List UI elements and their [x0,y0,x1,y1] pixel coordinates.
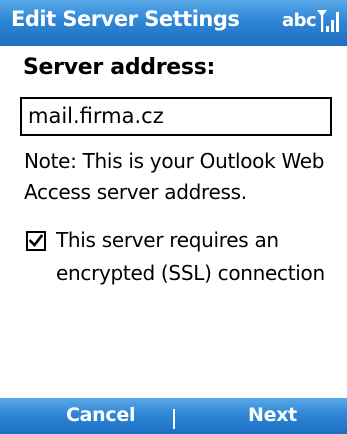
checkmark-icon [29,234,43,247]
next-button[interactable]: Next [248,404,297,426]
server-address-input[interactable]: mail.firma.cz [20,97,332,136]
ssl-checkbox-label[interactable]: This server requires an encrypted (SSL) … [56,224,341,290]
cancel-button[interactable]: Cancel [66,404,135,426]
title-bar: Edit Server Settings abc [0,0,347,46]
server-address-note: Note: This is your Outlook Web Access se… [24,149,325,204]
softkey-divider [173,409,175,429]
ssl-checkbox[interactable] [26,231,46,251]
window-title: Edit Server Settings [11,7,240,31]
signal-strength-icon [316,6,342,36]
softkey-bar: Cancel Next [0,398,347,434]
input-mode-indicator: abc [282,10,317,31]
server-address-label: Server address: [23,55,215,80]
